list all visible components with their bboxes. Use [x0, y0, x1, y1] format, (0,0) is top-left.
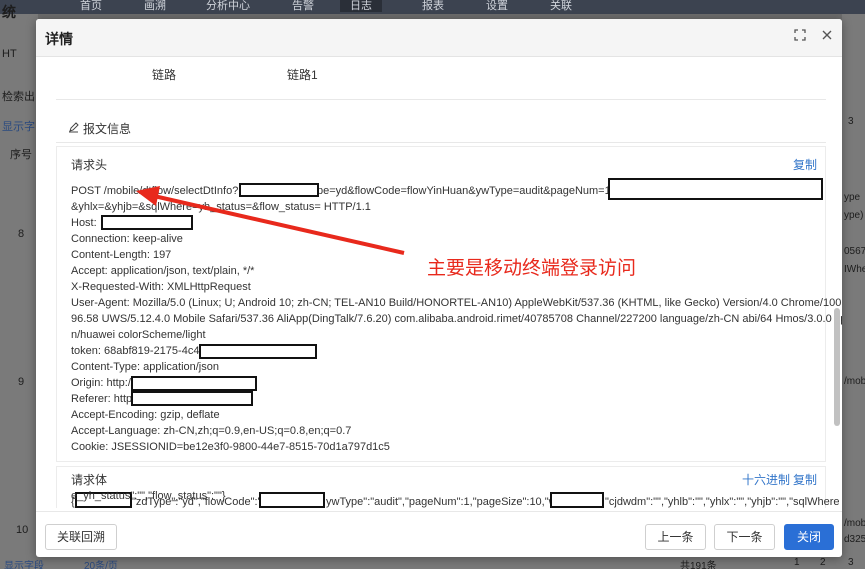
- redaction-box: [608, 178, 823, 200]
- header-line: Connection: keep-alive: [71, 233, 183, 245]
- copy-body-button[interactable]: 复制: [793, 471, 817, 488]
- link-value: 链路1: [287, 68, 318, 82]
- close-button[interactable]: 关闭: [784, 524, 834, 550]
- nav-item[interactable]: 首页: [80, 0, 102, 12]
- modal-title: 详情: [45, 31, 73, 47]
- bg-text: 3: [848, 116, 854, 127]
- bg-text: ype: [844, 192, 861, 203]
- next-button[interactable]: 下一条: [714, 524, 775, 550]
- header-line: 96.58 UWS/5.12.4.0 Mobile Safari/537.36 …: [71, 313, 842, 325]
- bg-text: 统: [2, 4, 16, 20]
- redaction-box: [259, 492, 325, 508]
- header-line: User-Agent: Mozilla/5.0 (Linux; U; Andro…: [71, 297, 842, 309]
- detail-modal: 详情 链路 链路1 报文信息 请求头 复制 POST /mobile/dtflo…: [36, 19, 842, 557]
- bg-text[interactable]: 显示字段: [4, 557, 44, 569]
- annotation-text: 主要是移动终端登录访问: [427, 258, 637, 279]
- related-trace-button[interactable]: 关联回溯: [45, 524, 117, 550]
- redaction-box: [131, 391, 253, 406]
- request-header-title: 请求头: [71, 158, 108, 172]
- close-icon[interactable]: [820, 29, 834, 43]
- header-line: Host:: [71, 217, 97, 229]
- bg-text: 显示字: [2, 121, 35, 133]
- bg-text: /mob: [844, 518, 865, 529]
- bg-text: ype): [844, 210, 864, 221]
- header-line: Origin: http://: [71, 377, 134, 389]
- background-right-panel: 3 ype ype) 0567 IWhe /mob /mob d325: [842, 14, 865, 569]
- nav-item[interactable]: 报表: [422, 0, 444, 12]
- header-line: token: 68abf819-2175-4c43: [71, 345, 206, 357]
- background-pagination: 显示字段 20条/页 共191条 1 2 3: [0, 557, 865, 569]
- header-line: Accept-Language: zh-CN,zh;q=0.9,en-US;q=…: [71, 425, 352, 437]
- link-label: 链路: [152, 68, 177, 82]
- header-line: Accept: application/json, text/plain, */…: [71, 265, 255, 277]
- link-row: 链路 链路1: [56, 58, 826, 100]
- nav-item[interactable]: 设置: [486, 0, 508, 12]
- request-body-title: 请求体: [71, 473, 108, 487]
- bg-text: HT: [2, 48, 17, 60]
- modal-header: 详情: [36, 19, 842, 57]
- page-number[interactable]: 1: [794, 557, 800, 568]
- section-title: 报文信息: [68, 120, 131, 137]
- bg-text: d325: [844, 534, 865, 545]
- nav-item[interactable]: 分析中心: [206, 0, 250, 12]
- body-line: ywType":"audit","pageNum":1,"pageSize":1…: [326, 496, 566, 508]
- section-title-text: 报文信息: [83, 122, 132, 136]
- page-number[interactable]: 2: [820, 557, 826, 568]
- bg-text: 10: [16, 524, 29, 536]
- scrollbar[interactable]: [834, 58, 840, 508]
- bg-text: 8: [18, 228, 25, 240]
- copy-header-button[interactable]: 复制: [793, 156, 817, 173]
- body-line: "cjdwdm":"","yhlb":"","yhlx":"","yhjb":"…: [605, 496, 840, 508]
- top-nav: 首页 画溯 分析中心 告警 日志 报表 设置 关联: [0, 0, 865, 14]
- divider: [56, 142, 826, 143]
- body-line: e_yh_status":"","flow_status":""}: [71, 490, 226, 502]
- redaction-box: [101, 215, 193, 230]
- bg-text: 9: [18, 376, 25, 388]
- header-line: Cookie: JSESSIONID=be12e3f0-9800-44e7-85…: [71, 441, 390, 453]
- modal-body[interactable]: 链路 链路1 报文信息 请求头 复制 POST /mobile/dtflow/s…: [36, 58, 842, 508]
- nav-item[interactable]: 关联: [550, 0, 572, 12]
- bg-text: 检索出: [2, 91, 35, 103]
- header-line: n/huawei colorScheme/light: [71, 329, 206, 341]
- prev-button[interactable]: 上一条: [645, 524, 706, 550]
- hex-toggle-button[interactable]: 十六进制: [742, 471, 790, 488]
- redaction-box: [199, 344, 317, 359]
- header-line: pe=yd&flowCode=flowYinHuan&ywType=audit&…: [317, 185, 625, 197]
- redaction-box: [239, 183, 319, 197]
- modal-footer: 关联回溯 上一条 下一条 关闭: [36, 511, 842, 557]
- header-line: X-Requested-With: XMLHttpRequest: [71, 281, 251, 293]
- header-line: Accept-Encoding: gzip, deflate: [71, 409, 220, 421]
- bg-text: 序号: [10, 149, 32, 161]
- nav-item-active[interactable]: 日志: [340, 0, 382, 12]
- scrollbar-thumb[interactable]: [834, 308, 840, 426]
- bg-text: 0567: [844, 246, 865, 257]
- header-line: &yhlx=&yhjb=&sqlWhere=yh_status=&flow_st…: [71, 201, 371, 213]
- background-left-panel: 统 HT 检索出 显示字 序号 8 9 10: [0, 4, 38, 569]
- header-line: Content-Length: 197: [71, 249, 172, 261]
- header-line: Referer: http:: [71, 393, 136, 405]
- redaction-box: [131, 376, 257, 391]
- bg-text: /mob: [844, 376, 865, 387]
- maximize-icon[interactable]: [793, 29, 807, 43]
- nav-item[interactable]: 告警: [292, 0, 314, 12]
- bg-text: 共191条: [680, 561, 717, 569]
- bg-text: IWhe: [844, 264, 865, 275]
- page-number[interactable]: 3: [848, 557, 854, 568]
- redaction-box: [550, 492, 604, 508]
- edit-icon: [68, 122, 80, 136]
- bg-text[interactable]: 20条/页: [84, 557, 118, 569]
- header-line: POST /mobile/dtflow/selectDtInfo?: [71, 185, 239, 197]
- nav-item[interactable]: 画溯: [144, 0, 166, 12]
- header-line: Content-Type: application/json: [71, 361, 219, 373]
